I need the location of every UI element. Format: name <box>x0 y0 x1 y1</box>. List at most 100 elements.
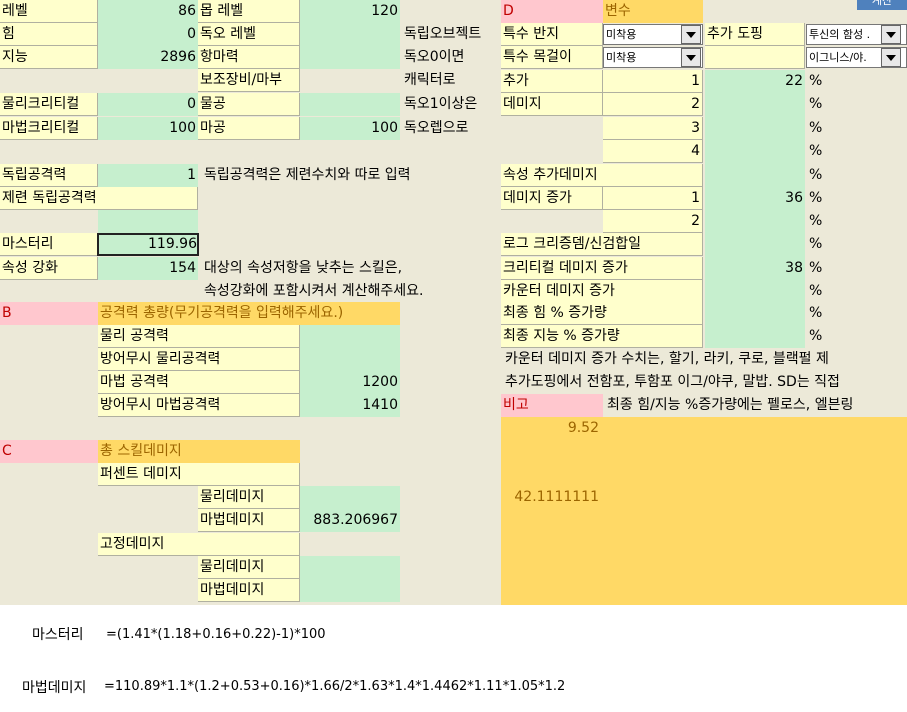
pct-4: % <box>809 143 823 159</box>
add-n1: 1 <box>603 70 703 93</box>
level-label: 레벨 <box>0 0 98 23</box>
elem-note-2: 속성강화에 포함시켜서 계산해주세요. <box>204 283 424 299</box>
formula-mastery-label: 마스터리 <box>32 627 84 643</box>
special-neck-label: 특수 목걸이 <box>501 46 603 69</box>
doping-note: 추가도핑에서 전함포, 투함포 이그/야쿠, 말밥. SD는 직접 <box>505 374 840 390</box>
str-label: 힘 <box>0 23 98 46</box>
int-value[interactable]: 2896 <box>98 46 198 69</box>
pct-7: % <box>809 213 823 229</box>
b-mag-value[interactable]: 1200 <box>300 371 400 394</box>
phys-atk-label: 물공 <box>198 93 300 116</box>
mag-atk-label: 마공 <box>198 117 300 140</box>
remarks-note: 최종 힘/지능 %증가량에는 펠로스, 엘븐링 <box>607 397 854 413</box>
phys-crit-value[interactable]: 0 <box>98 93 198 116</box>
section-b-tag: B <box>0 302 98 325</box>
elem-add-dmg-label: 속성 추가데미지 <box>501 164 703 187</box>
mob-level-label: 몹 레벨 <box>198 0 300 23</box>
mastery-value[interactable]: 119.96 <box>97 233 199 256</box>
special-ring-dropdown-button[interactable] <box>681 25 701 44</box>
add-n3: 3 <box>603 117 703 140</box>
str-value[interactable]: 0 <box>98 23 198 46</box>
chevron-down-icon <box>886 54 896 61</box>
remark-value-2: 42.1111111 <box>514 489 599 505</box>
resist-label: 항마력 <box>198 46 300 69</box>
remarks-label: 비고 <box>501 394 603 417</box>
phys-crit-label: 물리크리티컬 <box>0 93 98 116</box>
section-c-title: 총 스킬데미지 <box>98 440 300 463</box>
crit-dmg-label: 크리티컬 데미지 증가 <box>501 257 703 280</box>
special-neck-dropdown-button[interactable] <box>681 48 701 67</box>
int-label: 지능 <box>0 46 98 69</box>
note-indep-4: 독오1이상은 <box>404 96 478 112</box>
b-phys-ign-value[interactable] <box>300 348 400 371</box>
dmg-inc-n2: 2 <box>603 210 703 233</box>
pct-6: % <box>809 190 823 206</box>
sub-equip-label: 보조장비/마부 <box>198 69 300 92</box>
indep-atk-value[interactable]: 1 <box>98 164 198 187</box>
section-d-tag: D <box>501 0 603 23</box>
doping-2-dropdown-button[interactable] <box>881 48 901 67</box>
c-mag2-label: 마법데미지 <box>198 579 300 602</box>
b-mag-label: 마법 공격력 <box>98 371 300 394</box>
add-label: 추가 <box>501 70 603 93</box>
add-value-1[interactable]: 22 <box>705 70 805 93</box>
final-str-label: 최종 힘 % 증가량 <box>501 302 703 325</box>
pct-11: % <box>809 305 823 321</box>
phys-atk-value[interactable] <box>300 93 400 116</box>
b-mag-ign-value[interactable]: 1410 <box>300 394 400 417</box>
mob-level-value[interactable]: 120 <box>300 0 400 23</box>
c-mag1-value[interactable]: 883.206967 <box>300 509 400 532</box>
formula-magic-expr: =110.89*1.1*(1.2+0.53+0.16)*1.66/2*1.63*… <box>104 679 566 694</box>
mag-atk-value[interactable]: 100 <box>300 117 400 140</box>
pct-1: % <box>809 73 823 89</box>
b-mag-ign-label: 방어무시 마법공격력 <box>98 394 300 417</box>
dmg-inc-n1: 1 <box>603 187 703 210</box>
formula-magic-label: 마법데미지 <box>22 680 87 696</box>
remarks-panel <box>501 417 907 605</box>
c-phys2-label: 물리데미지 <box>198 556 300 579</box>
b-phys-ign-label: 방어무시 물리공격력 <box>98 348 300 371</box>
elem-label: 속성 강화 <box>0 257 98 280</box>
crit-dmg-value[interactable]: 38 <box>705 257 805 280</box>
b-phys-value[interactable] <box>300 325 400 348</box>
section-d-title: 변수 <box>603 0 703 23</box>
elem-note-1: 대상의 속성저항을 낮추는 스킬은, <box>204 260 403 276</box>
final-int-label: 최종 지능 % 증가량 <box>501 325 703 348</box>
c-fixed-label: 고정데미지 <box>98 533 300 556</box>
pct-10: % <box>809 283 823 299</box>
section-c-tag: C <box>0 440 98 463</box>
mastery-label: 마스터리 <box>0 233 98 256</box>
note-indep-2: 독오0이면 <box>404 49 465 65</box>
c-phys2-value[interactable] <box>300 556 400 579</box>
level-value[interactable]: 86 <box>98 0 198 23</box>
pct-8: % <box>809 236 823 252</box>
extra-doping-blank <box>705 46 805 69</box>
formula-mastery-expr: =(1.41*(1.18+0.16+0.22)-1)*100 <box>106 627 326 642</box>
special-ring-label: 특수 반지 <box>501 23 603 46</box>
dmg-inc-label: 데미지 증가 <box>501 187 603 210</box>
mag-crit-value[interactable]: 100 <box>98 117 198 140</box>
note-indep-5: 독오렙으로 <box>404 120 469 136</box>
dmg-inc-value[interactable]: 36 <box>705 187 805 210</box>
c-mag2-value[interactable] <box>300 579 400 602</box>
log-crit-label: 로그 크리증뎀/신검합일 <box>501 233 703 256</box>
doping-1-dropdown-button[interactable] <box>881 25 901 44</box>
pct-12: % <box>809 328 823 344</box>
c-phys1-value[interactable] <box>300 486 400 509</box>
pct-9: % <box>809 260 823 276</box>
b-phys-label: 물리 공격력 <box>98 325 300 348</box>
c-phys1-label: 물리데미지 <box>198 486 300 509</box>
chevron-down-icon <box>886 31 896 38</box>
refine-indep-label: 제련 독립공격력 <box>0 187 198 210</box>
resist-value[interactable] <box>300 46 400 69</box>
refine-indep-value[interactable] <box>98 210 198 233</box>
poison-level-value[interactable] <box>300 23 400 46</box>
add-n2: 2 <box>603 93 703 116</box>
indep-atk-note: 독립공격력은 제련수치와 따로 입력 <box>204 167 411 183</box>
pct-2: % <box>809 96 823 112</box>
elem-value[interactable]: 154 <box>98 257 198 280</box>
poison-level-label: 독오 레벨 <box>198 23 300 46</box>
top-right-button[interactable]: 계산 <box>857 0 907 10</box>
remark-value-1: 9.52 <box>567 420 599 436</box>
indep-atk-label: 독립공격력 <box>0 164 98 187</box>
